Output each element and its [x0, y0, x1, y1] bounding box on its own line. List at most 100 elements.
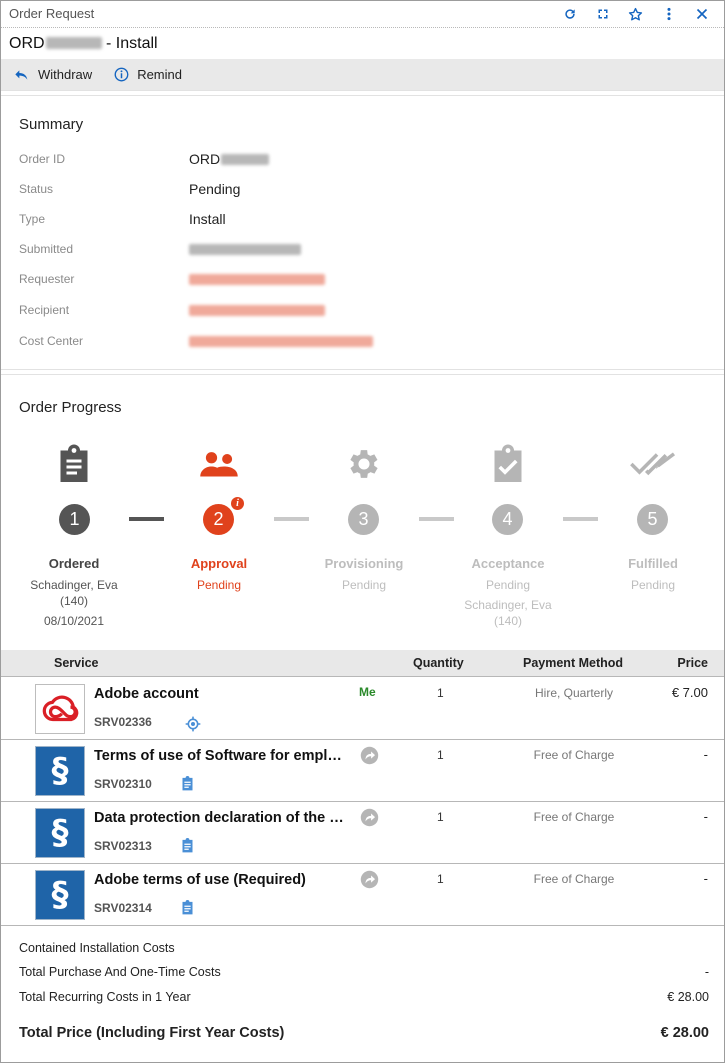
stage-acceptance-icon-wrap — [443, 443, 573, 485]
summary-row-order-id: Order ID ORD — [19, 149, 699, 169]
connector-4 — [563, 517, 598, 521]
stage-line: (140) — [59, 594, 88, 608]
payment-column-header: Payment Method — [523, 656, 624, 670]
service-name[interactable]: Adobe terms of use (Required) — [94, 872, 349, 888]
stage-line: Pending — [485, 578, 531, 592]
stage-4-circle: 4 — [492, 504, 523, 535]
stage-line: (140) — [493, 614, 522, 628]
stage-line: Schadinger, Eva — [464, 598, 552, 612]
undo-icon — [15, 69, 28, 80]
info-badge-icon: i — [230, 496, 245, 511]
stage-date: 08/10/2021 — [43, 614, 105, 628]
summary-title: Summary — [19, 116, 84, 133]
summary-row-submitted: Submitted — [19, 239, 699, 259]
clipboard-check-icon — [494, 444, 522, 482]
service-name[interactable]: Adobe account — [94, 686, 349, 702]
recurring-costs-label: Total Recurring Costs in 1 Year — [19, 990, 191, 1004]
stage-fulfilled-icon-wrap — [588, 443, 718, 485]
divider — [1, 369, 724, 375]
type-label: Type — [19, 212, 46, 226]
order-progress-title: Order Progress — [19, 399, 122, 416]
stage-acceptance: Acceptance Pending Schadinger, Eva (140) — [433, 556, 583, 629]
stage-ordered: Ordered Schadinger, Eva (140) 08/10/2021 — [0, 556, 149, 629]
close-icon[interactable] — [685, 5, 718, 23]
order-request-window: Order Request ORD - Install Withdraw Rem… — [0, 0, 725, 1063]
service-code: SRV02310 — [94, 777, 152, 791]
requester-link-redacted[interactable] — [189, 273, 325, 285]
order-prefix: ORD — [9, 35, 45, 52]
table-row[interactable]: § Adobe terms of use (Required) SRV02314… — [1, 864, 724, 926]
stage-fulfilled: Fulfilled Pending — [578, 556, 725, 593]
refresh-icon[interactable] — [553, 5, 586, 23]
service-name[interactable]: Terms of use of Software for employees — [94, 748, 349, 764]
table-row[interactable]: Adobe account SRV02336 Me 1 Hire, Quarte… — [1, 678, 724, 740]
price-cell: - — [703, 871, 708, 886]
stage-ordered-icon-wrap — [9, 443, 139, 485]
stage-name: Acceptance — [471, 556, 545, 571]
action-toolbar: Withdraw Remind — [1, 59, 724, 90]
window-controls — [553, 5, 718, 23]
info-circle-icon — [114, 67, 129, 82]
payment-method-cell: Free of Charge — [533, 872, 615, 886]
connector-1 — [129, 517, 164, 521]
submitted-label: Submitted — [19, 242, 74, 256]
double-check-icon — [630, 452, 676, 476]
stage-approval-icon-wrap — [154, 443, 284, 485]
target-icon[interactable] — [185, 716, 201, 732]
order-type-suffix: - Install — [101, 35, 158, 52]
order-id-value: ORD — [189, 151, 270, 167]
table-row[interactable]: § Terms of use of Software for employees… — [1, 740, 724, 802]
paragraph-icon: § — [35, 870, 85, 920]
stage-3-circle: 3 — [348, 504, 379, 535]
summary-row-type: Type Install — [19, 209, 699, 229]
stage-provisioning: Provisioning Pending — [289, 556, 439, 593]
more-vertical-icon[interactable] — [652, 5, 685, 23]
remind-label: Remind — [137, 67, 182, 82]
quantity-cell: 1 — [437, 686, 444, 700]
withdraw-button[interactable]: Withdraw — [14, 67, 92, 82]
remind-button[interactable]: Remind — [114, 67, 182, 82]
expand-icon[interactable] — [586, 5, 619, 23]
adobe-creative-cloud-icon — [35, 684, 85, 734]
recurring-costs-row: Total Recurring Costs in 1 Year € 28.00 — [19, 990, 709, 1004]
clipboard-icon[interactable] — [181, 838, 194, 853]
star-icon[interactable] — [619, 5, 652, 23]
services-table-header: Service Quantity Payment Method Price — [1, 650, 724, 677]
service-code: SRV02314 — [94, 901, 152, 915]
forward-arrow-icon[interactable] — [360, 870, 379, 889]
cost-center-link-redacted[interactable] — [189, 335, 373, 347]
summary-row-status: Status Pending — [19, 179, 699, 199]
type-value: Install — [189, 211, 226, 227]
recipient-label: Recipient — [19, 303, 70, 317]
stage-line: Pending — [196, 578, 242, 592]
clipboard-icon[interactable] — [181, 900, 194, 915]
connector-2 — [274, 517, 309, 521]
stage-line: Schadinger, Eva — [30, 578, 118, 592]
service-column-header: Service — [54, 656, 99, 670]
price-cell: - — [703, 747, 708, 762]
divider — [1, 90, 724, 96]
stage-line: Pending — [341, 578, 387, 592]
paragraph-icon: § — [35, 746, 85, 796]
submitted-value-redacted — [189, 243, 301, 255]
forward-arrow-icon[interactable] — [360, 746, 379, 765]
summary-row-recipient: Recipient — [19, 300, 699, 320]
recipient-link-redacted[interactable] — [189, 304, 325, 316]
stage-line: Pending — [630, 578, 676, 592]
clipboard-icon[interactable] — [181, 776, 194, 791]
quantity-column-header: Quantity — [413, 656, 464, 670]
stage-name: Approval — [190, 556, 248, 571]
payment-method-cell: Free of Charge — [533, 748, 615, 762]
service-name[interactable]: Data protection declaration of the Unive… — [94, 810, 349, 826]
summary-row-cost-center: Cost Center — [19, 331, 699, 351]
table-row[interactable]: § Data protection declaration of the Uni… — [1, 802, 724, 864]
cost-center-label: Cost Center — [19, 334, 84, 348]
forward-arrow-icon[interactable] — [360, 808, 379, 827]
status-label: Status — [19, 182, 54, 196]
summary-row-requester: Requester — [19, 269, 699, 289]
stage-provisioning-icon-wrap — [299, 443, 429, 485]
purchase-costs-label: Total Purchase And One-Time Costs — [19, 965, 221, 979]
installation-costs-label: Contained Installation Costs — [19, 941, 175, 955]
stage-approval: Approval Pending — [144, 556, 294, 593]
order-id-label: Order ID — [19, 152, 66, 166]
